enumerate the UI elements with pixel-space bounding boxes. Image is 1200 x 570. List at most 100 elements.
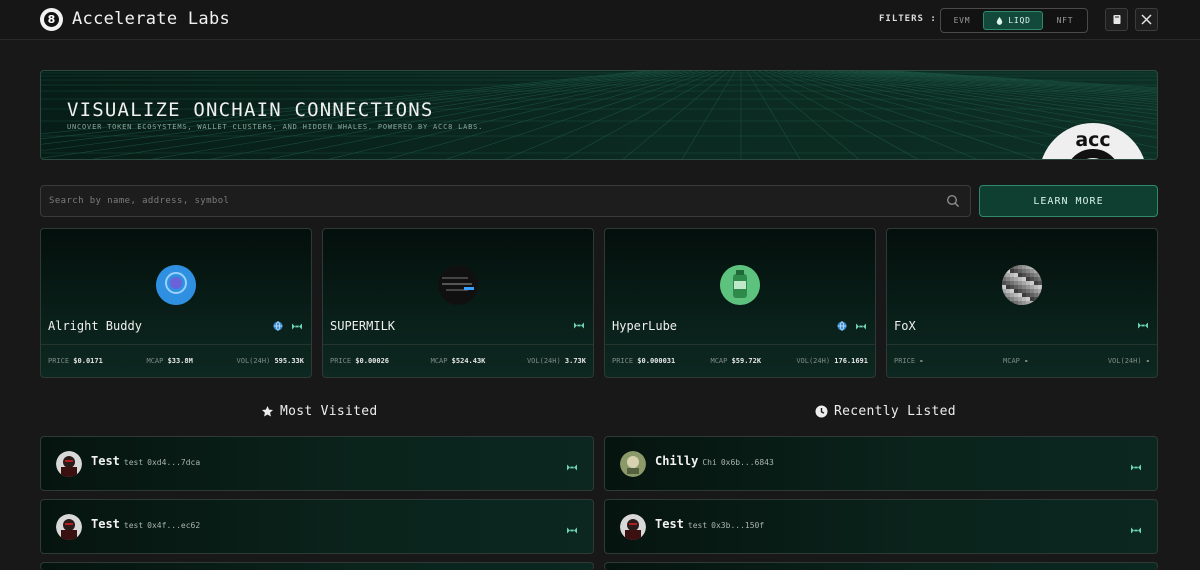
brand-name[interactable]: Accelerate Labs: [72, 9, 230, 29]
token-name: SUPERMILK: [330, 319, 396, 333]
token-card[interactable]: HyperLube PRICE $0.000031 MCAP $59.72K V…: [604, 228, 876, 378]
book-icon: [1113, 15, 1120, 24]
row-token-symbol: test: [687, 521, 708, 530]
row-chain-icon: [1130, 457, 1142, 476]
volume-stat: VOL(24H) 595.33K: [236, 357, 304, 365]
price-value: $0.000031: [637, 357, 676, 365]
token-list-row-partial[interactable]: [40, 562, 594, 570]
star-icon: [262, 406, 273, 417]
chain-icons: [837, 321, 867, 331]
filter-group: EVM LIQD NFT: [940, 8, 1088, 33]
token-list-row-partial[interactable]: [604, 562, 1158, 570]
mcap-value: $59.72K: [731, 357, 762, 365]
price-stat: PRICE $0.0171: [48, 357, 103, 365]
price-stat: PRICE $0.00026: [330, 357, 390, 365]
row-avatar: [620, 514, 646, 540]
token-list-row[interactable]: Test test 0x4f...ec62: [40, 499, 594, 554]
token-stats: PRICE $0.0171 MCAP $33.8M VOL(24H) 595.3…: [48, 357, 304, 365]
row-avatar: [56, 451, 82, 477]
volume-value: 595.33K: [274, 357, 304, 365]
volume-value: 3.73K: [564, 357, 586, 365]
banner-subtitle: UNCOVER TOKEN ECOSYSTEMS, WALLET CLUSTER…: [67, 123, 484, 131]
most-visited-title: Most Visited: [280, 404, 378, 419]
banner-title: VISUALIZE ONCHAIN CONNECTIONS: [67, 99, 434, 121]
price-stat: PRICE -: [894, 357, 924, 365]
row-token-symbol: Chi: [702, 458, 717, 467]
filter-nft-button[interactable]: NFT: [1045, 11, 1085, 30]
liqd-chain-icon: [1131, 527, 1141, 534]
logo-glyph: 8: [44, 12, 59, 27]
row-avatar: [56, 514, 82, 540]
globe-icon[interactable]: [273, 321, 283, 331]
chain-icons: [573, 321, 585, 330]
row-token-name: Test test 0x4f...ec62: [91, 517, 201, 531]
volume-value: 176.1691: [834, 357, 868, 365]
token-avatar: [1002, 265, 1042, 305]
mcap-stat: MCAP $59.72K: [710, 357, 762, 365]
token-list-row[interactable]: Chilly Chi 0x6b...6843: [604, 436, 1158, 491]
chain-icons: [1137, 321, 1149, 330]
mcap-value: $33.8M: [167, 357, 193, 365]
row-token-name: Test test 0xd4...7dca: [91, 454, 201, 468]
liqd-chain-icon: [574, 322, 584, 329]
liqd-chain-icon: [1131, 464, 1141, 471]
token-card[interactable]: Alright Buddy PRICE $0.0171 MCAP $33.8M …: [40, 228, 312, 378]
filter-evm-button[interactable]: EVM: [943, 11, 981, 30]
search-icon[interactable]: [946, 194, 960, 208]
token-avatar: [720, 265, 760, 305]
token-list-row[interactable]: Test test 0x3b...150f: [604, 499, 1158, 554]
token-avatar: [438, 265, 478, 305]
most-visited-heading: Most Visited: [261, 404, 378, 419]
token-stats: PRICE - MCAP - VOL(24H) -: [894, 357, 1150, 365]
token-list-row[interactable]: Test test 0xd4...7dca: [40, 436, 594, 491]
chain-icons: [273, 321, 303, 331]
acc-logo-icon: acc: [1039, 123, 1147, 159]
globe-icon[interactable]: [837, 321, 847, 331]
filter-liqd-label: LIQD: [1008, 16, 1031, 25]
volume-stat: VOL(24H) 176.1691: [796, 357, 868, 365]
x-twitter-button[interactable]: [1135, 8, 1158, 31]
mcap-stat: MCAP -: [1003, 357, 1029, 365]
volume-value: -: [1145, 357, 1150, 365]
liqd-chain-icon: [567, 464, 577, 471]
docs-button[interactable]: [1105, 8, 1128, 31]
mcap-value: -: [1024, 357, 1029, 365]
recently-listed-heading: Recently Listed: [815, 404, 956, 419]
price-value: $0.00026: [355, 357, 390, 365]
liqd-chain-icon: [1138, 322, 1148, 329]
recently-listed-title: Recently Listed: [834, 404, 956, 419]
search-input[interactable]: [49, 186, 929, 216]
card-divider: [887, 344, 1157, 345]
row-chain-icon: [566, 520, 578, 539]
token-stats: PRICE $0.00026 MCAP $524.43K VOL(24H) 3.…: [330, 357, 586, 365]
card-divider: [605, 344, 875, 345]
card-divider: [41, 344, 311, 345]
token-card[interactable]: SUPERMILK PRICE $0.00026 MCAP $524.43K V…: [322, 228, 594, 378]
x-logo-icon: [1141, 14, 1152, 25]
learn-more-button[interactable]: LEARN MORE: [979, 185, 1158, 217]
acc8-logo-icon[interactable]: 8: [40, 8, 63, 31]
search-box: [40, 185, 971, 217]
row-token-symbol: test: [123, 521, 144, 530]
liquid-drop-icon: [997, 16, 1003, 25]
row-chain-icon: [566, 457, 578, 476]
row-token-address: 0xd4...7dca: [147, 458, 201, 467]
price-stat: PRICE $0.000031: [612, 357, 676, 365]
token-avatar: [156, 265, 196, 305]
filters-label: FILTERS :: [879, 14, 937, 24]
row-token-address: 0x6b...6843: [720, 458, 774, 467]
row-token-name: Test test 0x3b...150f: [655, 517, 765, 531]
token-stats: PRICE $0.000031 MCAP $59.72K VOL(24H) 17…: [612, 357, 868, 365]
filter-liqd-button[interactable]: LIQD: [983, 11, 1043, 30]
acc-logo-text: acc: [1075, 129, 1111, 151]
row-token-address: 0x3b...150f: [711, 521, 765, 530]
token-name: HyperLube: [612, 319, 678, 333]
volume-stat: VOL(24H) 3.73K: [526, 357, 586, 365]
top-navbar: 8 Accelerate Labs FILTERS : EVM LIQD NFT: [0, 0, 1200, 40]
row-avatar: [620, 451, 646, 477]
mcap-stat: MCAP $33.8M: [146, 357, 193, 365]
token-card[interactable]: FoX PRICE - MCAP - VOL(24H) -: [886, 228, 1158, 378]
card-divider: [323, 344, 593, 345]
token-name: Alright Buddy: [48, 319, 142, 333]
hero-banner: VISUALIZE ONCHAIN CONNECTIONS UNCOVER TO…: [40, 70, 1158, 160]
